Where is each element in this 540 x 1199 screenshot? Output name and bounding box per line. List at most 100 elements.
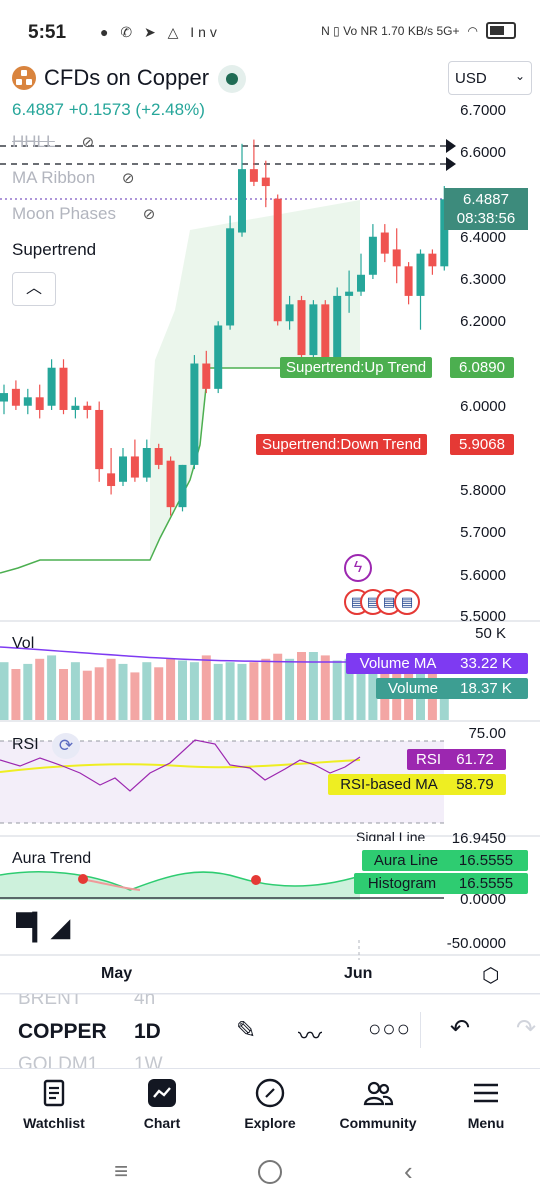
indicators-icon[interactable]: 〰 bbox=[298, 1016, 322, 1051]
chart-settings-icon[interactable]: ⬡ bbox=[482, 963, 499, 988]
symbol-selected[interactable]: COPPER bbox=[18, 1020, 107, 1044]
supertrend-down-value: 5.9068 bbox=[450, 434, 514, 455]
indicator-hhll[interactable]: HHLL ⊘ bbox=[12, 132, 94, 152]
candle-body bbox=[83, 405, 92, 410]
volume-bar bbox=[106, 658, 116, 720]
indicator-ma-ribbon-label: MA Ribbon bbox=[12, 168, 96, 187]
volume-bar bbox=[130, 672, 140, 720]
price-axis-label: 5.6000 bbox=[460, 567, 506, 584]
aura-line-value: 16.5555 bbox=[444, 850, 528, 871]
notification-icons: ● ✆ ➤ △ Inv bbox=[100, 24, 221, 40]
eye-hidden-icon[interactable]: ⊘ bbox=[122, 170, 135, 187]
symbol-picker[interactable]: BRENT 4h COPPER 1D GOLDM1 1W ✎ 〰 ○○○ ↶ ↷ bbox=[0, 993, 540, 1069]
candle-body bbox=[130, 456, 139, 478]
sync-icon[interactable]: ⟳ bbox=[52, 733, 80, 759]
volume-bar bbox=[237, 663, 247, 720]
volume-bar bbox=[154, 667, 164, 720]
eye-hidden-icon[interactable]: ⊘ bbox=[82, 134, 95, 151]
candle-body bbox=[368, 236, 377, 275]
home-icon[interactable] bbox=[258, 1160, 282, 1184]
status-bar: 5:51 ● ✆ ➤ △ Inv N ▯ Vo NR 1.70 KB/s 5G+… bbox=[0, 0, 540, 62]
volume-pane-title[interactable]: Vol bbox=[12, 635, 34, 653]
volume-bar bbox=[201, 655, 211, 720]
price-axis-label: 5.8000 bbox=[460, 482, 506, 499]
indicator-supertrend-label: Supertrend bbox=[12, 240, 97, 259]
volume-axis-label: 50 K bbox=[475, 625, 506, 642]
price-axis-label: 5.7000 bbox=[460, 524, 506, 541]
bottom-navigation: Watchlist Chart Explore Community Menu bbox=[0, 1068, 540, 1149]
nav-chart[interactable]: Chart bbox=[112, 1077, 212, 1131]
system-icons: N ▯ Vo NR 1.70 KB/s 5G+ ◠ bbox=[321, 22, 516, 39]
candle-body bbox=[404, 266, 413, 296]
volume-bar bbox=[249, 662, 259, 720]
interval-option[interactable]: 4h bbox=[134, 994, 155, 1010]
volume-bar bbox=[189, 662, 199, 720]
nav-community[interactable]: Community bbox=[328, 1077, 428, 1131]
candle-body bbox=[261, 177, 270, 187]
indicator-moon-phases-label: Moon Phases bbox=[12, 204, 116, 223]
draw-pen-icon[interactable]: ✎ bbox=[236, 1016, 256, 1045]
candle-body bbox=[95, 409, 104, 470]
volume-bar bbox=[23, 663, 33, 720]
redo-icon[interactable]: ↷ bbox=[516, 1014, 536, 1043]
rsi-pane-title[interactable]: RSI bbox=[12, 736, 39, 754]
recent-apps-icon[interactable]: ≡ bbox=[114, 1158, 128, 1186]
nav-watchlist[interactable]: Watchlist bbox=[4, 1077, 104, 1131]
volume-bar bbox=[225, 662, 235, 720]
indicator-ma-ribbon[interactable]: MA Ribbon ⊘ bbox=[12, 168, 134, 188]
price-axis-label: 6.4000 bbox=[460, 229, 506, 246]
volume-bar bbox=[320, 655, 330, 720]
system-navigation-bar: ≡ ‹ bbox=[0, 1150, 540, 1199]
nav-watchlist-label: Watchlist bbox=[23, 1115, 85, 1131]
candle-body bbox=[214, 325, 223, 389]
economic-events-group[interactable]: ▤ ▤ ▤ ▤ bbox=[344, 589, 424, 617]
battery-icon bbox=[486, 22, 516, 39]
volume-bar bbox=[0, 662, 9, 720]
us-flag-icon[interactable]: ▤ bbox=[394, 589, 420, 615]
volume-bar bbox=[70, 662, 80, 720]
candle-body bbox=[226, 228, 235, 326]
rsi-ma-value: 58.79 bbox=[444, 774, 506, 795]
bar-countdown: 08:38:56 bbox=[456, 210, 516, 227]
symbol-option[interactable]: GOLDM1 bbox=[18, 1054, 98, 1069]
indicator-supertrend[interactable]: Supertrend bbox=[12, 240, 96, 260]
candle-body bbox=[71, 405, 80, 410]
aura-signal-value: 16.9450 bbox=[451, 830, 506, 847]
interval-selected[interactable]: 1D bbox=[134, 1020, 161, 1044]
volume-bar bbox=[261, 658, 271, 720]
nav-community-label: Community bbox=[339, 1115, 417, 1131]
collapse-indicators-button[interactable]: ︿ bbox=[12, 272, 56, 306]
lightning-event-icon[interactable]: ϟ bbox=[344, 554, 372, 582]
volume-bar bbox=[213, 663, 223, 720]
candle-body bbox=[273, 198, 282, 322]
aura-axis-zero: 0.0000 bbox=[460, 891, 506, 908]
community-icon bbox=[363, 1081, 394, 1106]
nav-chart-label: Chart bbox=[143, 1115, 181, 1131]
nav-explore-label: Explore bbox=[244, 1115, 296, 1131]
back-icon[interactable]: ‹ bbox=[404, 1156, 413, 1187]
status-time: 5:51 bbox=[28, 22, 67, 43]
candle-body bbox=[345, 291, 354, 296]
tradingview-logo-icon[interactable]: ▀▎◢ bbox=[16, 912, 70, 943]
eye-hidden-icon[interactable]: ⊘ bbox=[143, 206, 156, 223]
volume-bar bbox=[142, 662, 152, 720]
aura-histogram-label: Histogram bbox=[354, 873, 450, 894]
volume-bar bbox=[285, 658, 295, 720]
interval-option[interactable]: 1W bbox=[134, 1054, 163, 1069]
candle-body bbox=[285, 304, 294, 322]
more-options-icon[interactable]: ○○○ bbox=[368, 1016, 411, 1042]
volume-label: Volume bbox=[376, 678, 450, 699]
nav-menu[interactable]: Menu bbox=[436, 1077, 536, 1131]
undo-icon[interactable]: ↶ bbox=[450, 1014, 470, 1043]
indicator-hhll-label: HHLL bbox=[12, 132, 55, 151]
volume-bar bbox=[47, 655, 57, 720]
nav-explore[interactable]: Explore bbox=[220, 1077, 320, 1131]
aura-pane-title[interactable]: Aura Trend bbox=[12, 850, 91, 868]
compass-icon bbox=[255, 1078, 285, 1108]
candle-body bbox=[0, 393, 8, 402]
symbol-option[interactable]: BRENT bbox=[18, 994, 82, 1010]
candle-body bbox=[416, 253, 425, 296]
aura-axis-neg: -50.0000 bbox=[446, 935, 506, 952]
indicator-moon-phases[interactable]: Moon Phases ⊘ bbox=[12, 204, 155, 224]
supertrend-up-label: Supertrend:Up Trend bbox=[280, 357, 433, 378]
